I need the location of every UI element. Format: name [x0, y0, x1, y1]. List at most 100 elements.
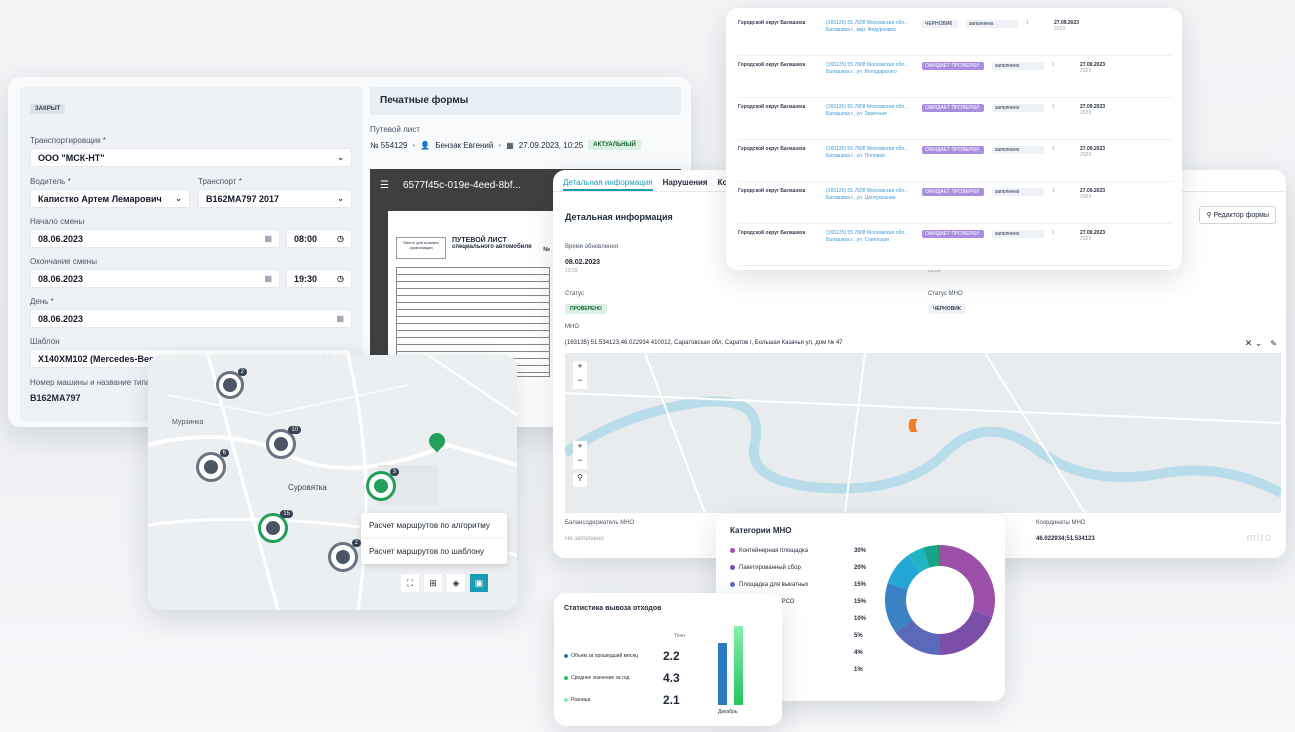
cluster-marker[interactable]: 2: [328, 539, 361, 572]
zoom-in-button[interactable]: +: [573, 361, 587, 375]
transport-label: Транспорт *: [198, 177, 242, 186]
cluster-count: 15: [280, 510, 293, 518]
waste-value: 4.3: [663, 671, 680, 685]
transport-value: В162МА797 2017: [206, 193, 280, 204]
edit-icon[interactable]: ✎: [1270, 339, 1277, 348]
route-by-algorithm[interactable]: Расчет маршрутов по алгоритму: [361, 513, 507, 539]
address-link[interactable]: (165135) 55.7808 Московская обл., Балаши…: [826, 104, 914, 118]
status-badge: ОЖИДАЕТ ПРОВЕРКИ: [922, 104, 984, 112]
shift-end-label: Окончание смены: [30, 257, 97, 266]
tab-details[interactable]: Детальная информация: [563, 178, 653, 191]
table-row[interactable]: Городской округ Балашиха (165135) 55.7808…: [738, 98, 1172, 140]
mno-marker-icon[interactable]: ((((: [908, 416, 938, 432]
paperclip-icon[interactable]: ⌇: [1052, 230, 1072, 236]
chevron-down-icon: ⌄: [175, 194, 182, 203]
clear-icon[interactable]: ✕ ⌄: [1245, 338, 1263, 349]
fullscreen-icon[interactable]: ⛶: [401, 574, 419, 592]
table-row[interactable]: Городской округ Балашиха (165135) 55.7808…: [738, 224, 1172, 266]
org-cell: Городской округ Балашиха: [738, 146, 806, 152]
calendar-icon: ▦: [336, 314, 344, 323]
tab-violations[interactable]: Нарушения: [663, 178, 708, 191]
driver-label: Водитель *: [30, 177, 71, 186]
bar-month-green: [734, 626, 743, 705]
cluster-marker[interactable]: 2: [216, 368, 247, 399]
shift-end-date-input[interactable]: 08.06.2023 ▦: [30, 269, 280, 288]
cluster-marker[interactable]: 6: [196, 449, 229, 482]
cluster-count: 3: [389, 468, 399, 476]
search-icon[interactable]: ⚲: [573, 473, 587, 487]
waste-label: Объем за прошедший месяц: [571, 653, 638, 659]
address-link[interactable]: (165135) 55.7808 Московская обл., Балаши…: [826, 20, 914, 34]
shift-end-date: 08.06.2023: [38, 273, 84, 284]
print-forms-title: Печатные формы: [370, 87, 681, 115]
table-row[interactable]: Городской округ Балашиха (165135) 55.7808…: [738, 56, 1172, 98]
carrier-select[interactable]: ООО "МСК-НТ" ⌄: [30, 148, 352, 167]
template-label: Шаблон: [30, 337, 60, 346]
shift-start-time-input[interactable]: 08:00 ◷: [286, 229, 352, 248]
table-row[interactable]: Городской округ Балашиха (165135) 55.7808…: [738, 140, 1172, 182]
route-menu: Расчет маршрутов по алгоритму Расчет мар…: [361, 513, 507, 564]
detail-title: Детальная информация: [565, 212, 673, 222]
address-link[interactable]: (165135) 55.7808 Московская обл., Балаши…: [826, 62, 914, 76]
org-cell: Городской округ Балашиха: [738, 62, 806, 68]
date-sub: 2023: [1054, 26, 1066, 32]
waste-label: Разница: [571, 697, 591, 703]
sheet-title: ПУТЕВОЙ ЛИСТ: [452, 237, 507, 244]
district-label: Суровятка: [288, 483, 327, 492]
address-link[interactable]: (165135) 55.7808 Московская обл., Балаши…: [826, 230, 914, 244]
bin-icon: [223, 378, 237, 392]
address-link[interactable]: (165135) 55.7808 Московская обл., Балаши…: [826, 188, 914, 202]
form-editor-button[interactable]: ⚲ Редактор формы: [1199, 206, 1276, 224]
search-icon: ⚲: [1206, 212, 1214, 219]
table-row[interactable]: Городской округ Балашиха (165135) 55.7808…: [738, 14, 1172, 56]
table-row[interactable]: Городской округ Балашиха (165135) 55.7808…: [738, 182, 1172, 224]
map-toolbar: ⛶ ⊞ ◈ ▣: [401, 574, 488, 592]
date-sub: 2023: [1080, 110, 1092, 116]
shift-end-time-input[interactable]: 19:30 ◷: [286, 269, 352, 288]
mno-table: Городской округ Балашиха (165135) 55.7808…: [726, 8, 1182, 266]
day-date-input[interactable]: 08.06.2023 ▦: [30, 309, 352, 328]
paperclip-icon[interactable]: ⌇: [1052, 104, 1072, 110]
calendar-icon: ▦: [264, 274, 272, 283]
zoom-in-button-2[interactable]: +: [573, 441, 587, 455]
paperclip-icon[interactable]: ⌇: [1052, 188, 1072, 194]
route-by-template[interactable]: Расчет маршрутов по шаблону: [361, 539, 507, 564]
legend-item: Площадка для выкатных 15%: [730, 576, 880, 593]
paperclip-icon[interactable]: ⌇: [1052, 62, 1072, 68]
mno-label: МНО: [565, 324, 579, 330]
coords-label: Координаты МНО: [1036, 520, 1086, 526]
bin-filter-icon[interactable]: ▣: [470, 574, 488, 592]
menu-icon[interactable]: ☰: [380, 180, 389, 191]
cluster-marker[interactable]: 15: [258, 510, 293, 543]
waste-stats-card: Статистика вывоза отходов Тонн Объем за …: [554, 593, 782, 726]
cluster-marker[interactable]: 10: [266, 426, 301, 459]
zoom-out-button[interactable]: −: [573, 375, 587, 389]
status-badge: ОЖИДАЕТ ПРОВЕРКИ: [922, 62, 984, 70]
miro-logo: miro: [1246, 532, 1272, 544]
address-link[interactable]: (165135) 55.7808 Московская обл., Балаши…: [826, 146, 914, 160]
cluster-marker[interactable]: 3: [366, 468, 399, 501]
zoom-out-button-2[interactable]: −: [573, 455, 587, 469]
shift-start-time: 08:00: [294, 233, 318, 244]
shift-start-date-input[interactable]: 08.06.2023 ▦: [30, 229, 280, 248]
waste-value: 2.2: [663, 649, 680, 663]
paperclip-icon[interactable]: ⌇: [1052, 146, 1072, 152]
shift-start-label: Начало смены: [30, 217, 85, 226]
detail-map[interactable]: + − + − ⚲ ((((: [565, 353, 1281, 513]
grid-icon[interactable]: ⊞: [424, 574, 442, 592]
date-sub: 2023: [1080, 68, 1092, 74]
day-label: День *: [30, 297, 54, 306]
paperclip-icon[interactable]: ⌇: [1026, 20, 1046, 26]
categories-title: Категории МНО: [730, 526, 792, 535]
verified-badge: ПРОВЕРЕНО: [565, 304, 607, 314]
type-badge: заполнено: [992, 62, 1044, 70]
transport-select[interactable]: В162МА797 2017 ⌄: [198, 189, 352, 208]
mno-address-select[interactable]: (163135) 51.534123,46.022934 410012, Сар…: [565, 336, 1277, 350]
driver-select[interactable]: Капистко Артем Лемарович ⌄: [30, 189, 190, 208]
holder-label: Балансодержатель МНО: [565, 520, 635, 526]
legend-dot: [730, 548, 735, 553]
donut-slice: [940, 545, 995, 617]
routes-map-card[interactable]: Мурзинка Суровятка 2 10 6 3 15 2 Расчет …: [148, 355, 517, 610]
bar-month-blue: [718, 643, 727, 705]
layers-icon[interactable]: ◈: [447, 574, 465, 592]
